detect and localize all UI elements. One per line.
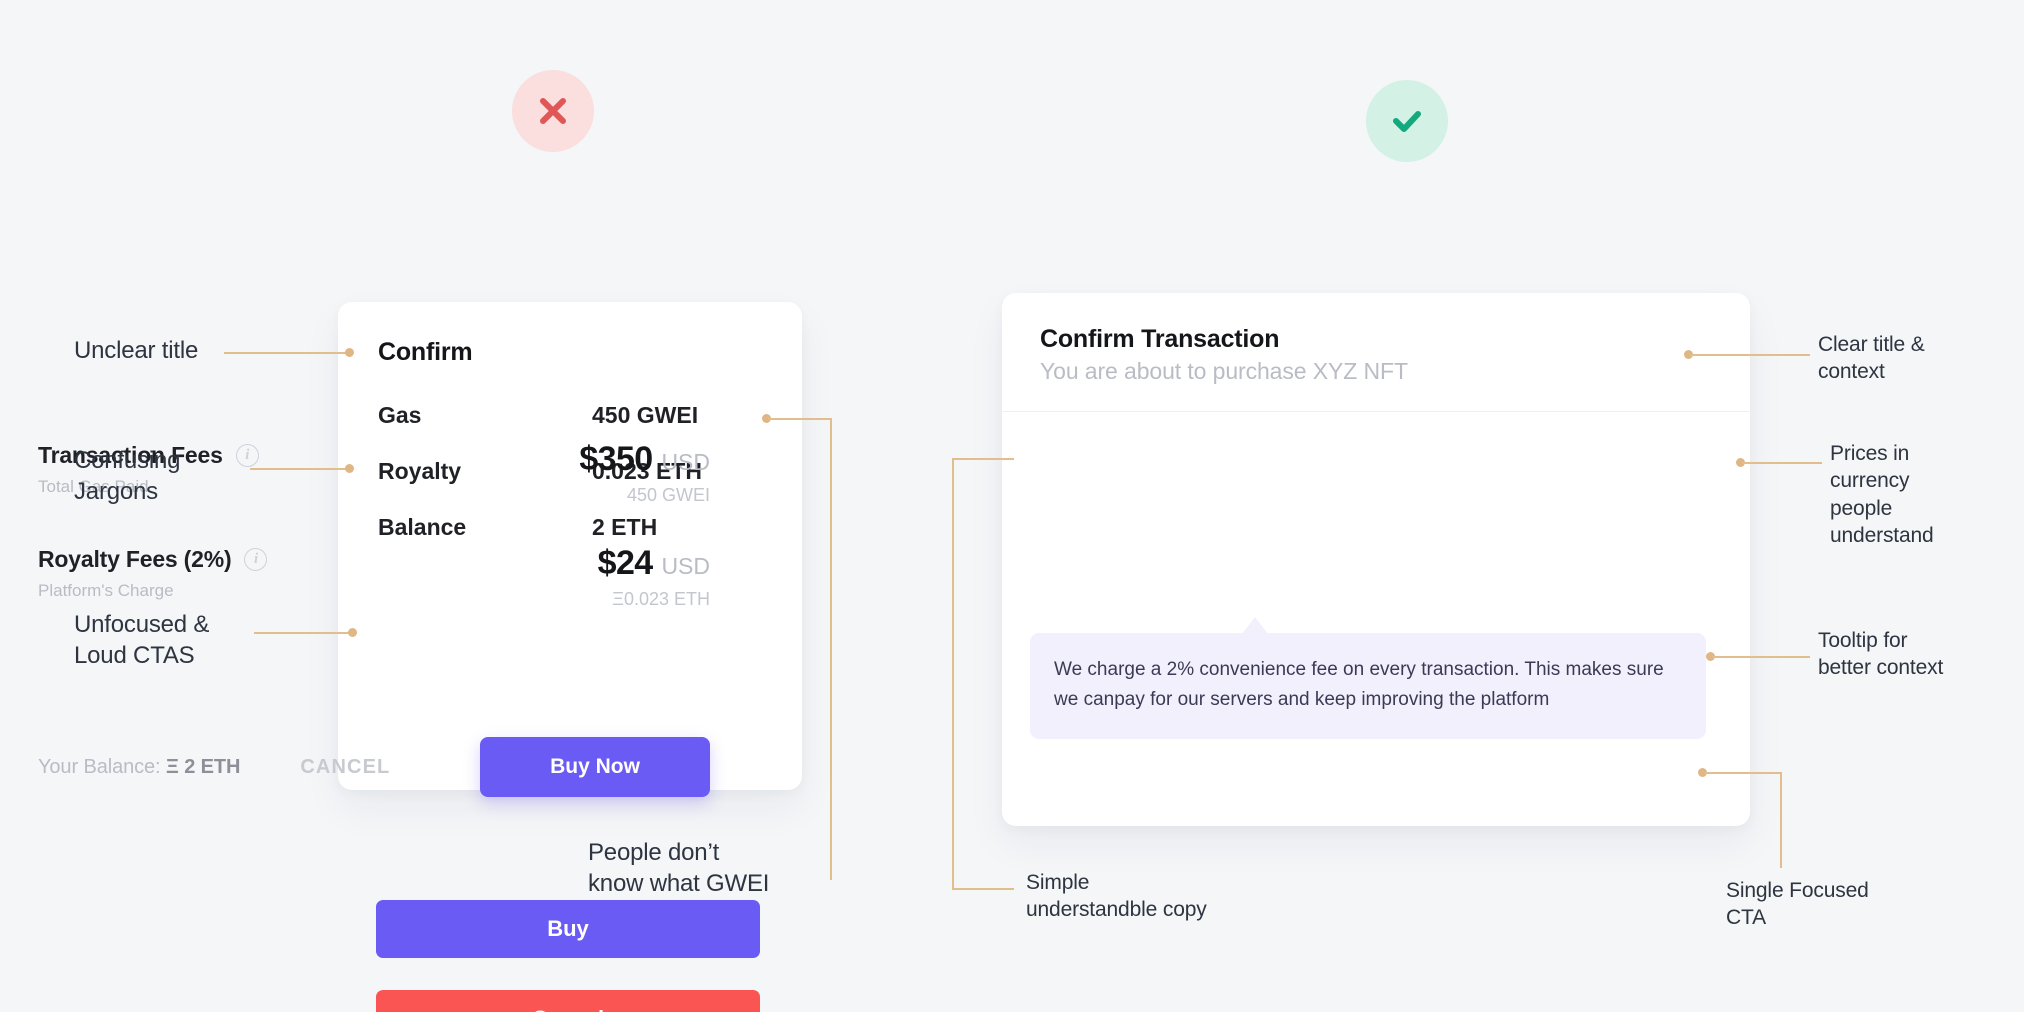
bad-row-value: 2 ETH [592,514,658,540]
leader-line [1742,462,1822,464]
bad-row-label: Balance [378,514,467,540]
annotation-unclear-title: Unclear title [74,337,199,364]
fee-right-block: $350 USD 450 GWEI [579,442,710,506]
leader-line [952,458,1014,460]
good-example-badge [1366,80,1448,162]
leader-line [254,632,352,634]
good-confirm-dialog: Confirm Transaction You are about to pur… [1002,293,1750,826]
royalty-fees-label: Royalty Fees (2%) [38,546,232,572]
annotation-tooltip-context: Tooltip for better context [1818,629,1944,680]
good-card-subtitle: You are about to purchase XYZ NFT [1040,358,1408,384]
annotation-simple-copy: Simple understandble copy [1026,871,1207,922]
leader-line [1780,772,1782,868]
royalty-fees-alt: Ξ0.023 ETH [612,589,710,609]
annotation-clear-title: Clear title & context [1818,333,1925,384]
bad-confirm-dialog: Confirm Gas 450 GWEI Royalty 0.023 ETH B… [338,302,802,1012]
tooltip-text: We charge a 2% convenience fee on every … [1054,659,1664,711]
annotation-prices-currency: Prices in currency people understand [1830,442,1934,547]
good-card-header: Confirm Transaction You are about to pur… [1002,293,1750,412]
fee-left-block: Royalty Fees (2%) i Platform's Charge [38,546,268,601]
fee-tooltip: We charge a 2% convenience fee on every … [1030,633,1706,740]
info-icon[interactable]: i [244,548,268,571]
amount-value: $350 [579,440,653,478]
leader-line [250,468,350,470]
leader-line [224,352,349,354]
info-icon[interactable]: i [235,444,259,467]
annotation-gwei: People don’t know what GWEI [588,839,770,897]
leader-line [830,418,832,880]
amount-currency: USD [661,449,710,475]
good-cancel-button[interactable]: CANCEL [300,756,390,779]
leader-dot [345,464,354,473]
annotation-unfocused-cta: Unfocused & Loud CTAS [74,611,210,669]
bad-cancel-button[interactable]: Cancel [376,990,760,1012]
bad-buy-button[interactable]: Buy [376,900,760,958]
good-card-title: Confirm Transaction [1040,325,1280,353]
close-icon [540,98,566,124]
good-card-footer: Your Balance: Ξ 2 ETH CANCEL Buy Now [38,737,710,797]
bad-row-label: Royalty [378,458,462,484]
transaction-fees-amount: $350 USD [579,442,710,476]
fee-right-block: $24 USD Ξ0.023 ETH [598,546,710,610]
comparison-canvas: Confirm Gas 450 GWEI Royalty 0.023 ETH B… [0,0,2024,1012]
balance-prefix: Your Balance: [38,755,166,778]
amount-value: $24 [597,544,654,582]
bad-row-label: Gas [378,402,422,428]
leader-line [952,888,1014,890]
leader-line [1690,354,1810,356]
balance-value: Ξ 2 ETH [165,755,241,778]
royalty-fees-amount: $24 USD [598,546,710,580]
leader-line [1704,772,1780,774]
annotation-single-cta: Single Focused CTA [1726,879,1869,930]
bad-example-badge [512,70,594,152]
leader-line [952,458,954,890]
buy-now-button[interactable]: Buy Now [480,737,710,797]
annotation-confusing-jargons: Confusing Jargons [74,447,181,505]
leader-dot [348,628,357,637]
tooltip-arrow [1242,617,1268,634]
amount-currency: USD [661,553,710,579]
leader-line [1712,656,1810,658]
leader-dot [345,348,354,357]
bad-card-title: Confirm [378,338,473,366]
transaction-fees-alt: 450 GWEI [626,485,710,505]
balance-display: Your Balance: Ξ 2 ETH [38,756,240,779]
royalty-fees-sublabel: Platform's Charge [38,581,174,600]
bad-row-value: 450 GWEI [592,402,699,428]
leader-line [768,418,830,420]
fee-label-wrap: Royalty Fees (2%) i [38,546,268,573]
check-icon [1393,111,1421,132]
